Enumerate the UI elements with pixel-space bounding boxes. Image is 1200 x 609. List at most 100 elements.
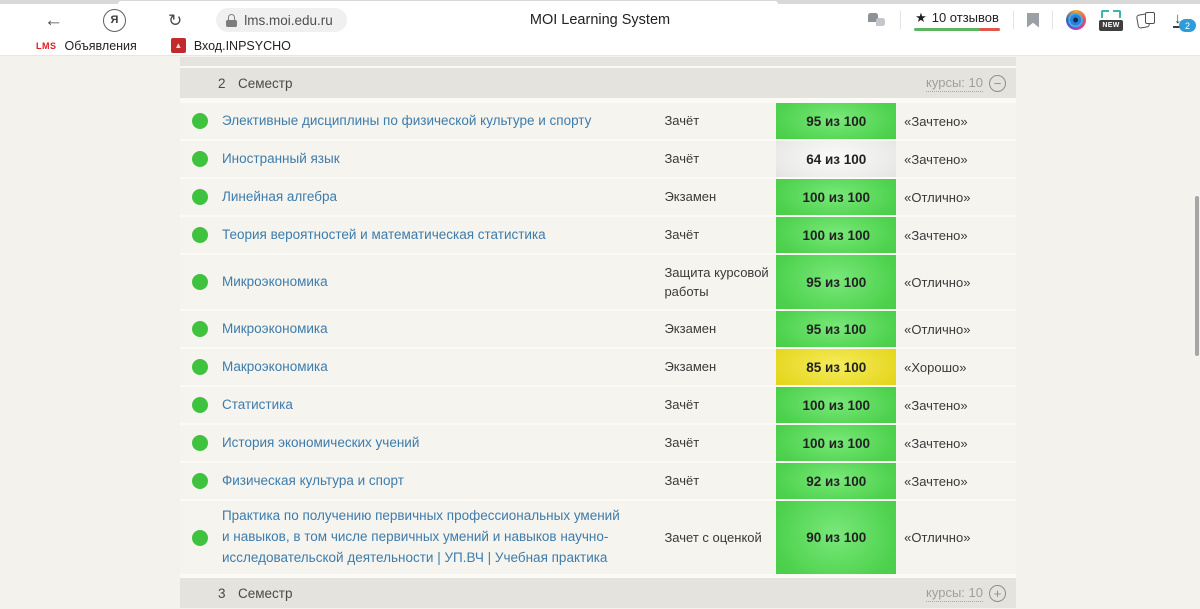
rating-bar — [914, 28, 1000, 31]
back-icon[interactable]: ← — [44, 11, 63, 30]
status-dot-icon — [192, 530, 208, 546]
browser-toolbar: ← Я ↻ lms.moi.edu.ru MOI Learning System… — [0, 4, 1200, 36]
bookmark-item-announcements[interactable]: LMS Объявления — [36, 39, 137, 53]
course-link[interactable]: Микроэкономика — [222, 272, 328, 293]
status-dot-icon — [192, 113, 208, 129]
bookmark-label[interactable]: Объявления — [65, 39, 137, 53]
grade-text: «Зачтено» — [904, 425, 1016, 461]
course-row: Иностранный язык Зачёт 64 из 100 «Зачтен… — [180, 141, 1016, 177]
page-title: MOI Learning System — [530, 4, 670, 36]
course-row: Практика по получению первичных професси… — [180, 501, 1016, 574]
status-cell — [192, 501, 222, 574]
assessment-type: Зачёт — [664, 425, 774, 461]
assessment-type: Зачёт — [664, 387, 774, 423]
status-dot-icon — [192, 189, 208, 205]
reviews-widget[interactable]: ★ 10 отзывов — [914, 10, 1000, 31]
status-cell — [192, 311, 222, 347]
new-badge: NEW — [1099, 20, 1123, 31]
grade-text: «Зачтено» — [904, 217, 1016, 253]
screenshot-new-icon[interactable]: NEW — [1099, 10, 1123, 31]
collections-icon[interactable] — [1136, 11, 1157, 29]
download-count-badge: 2 — [1179, 19, 1196, 32]
score-badge: 100 из 100 — [776, 387, 896, 423]
course-row: Теория вероятностей и математическая ста… — [180, 217, 1016, 253]
score-badge: 90 из 100 — [776, 501, 896, 574]
status-dot-icon — [192, 473, 208, 489]
grade-text: «Зачтено» — [904, 387, 1016, 423]
semester-title: Семестр — [238, 76, 293, 91]
course-link[interactable]: История экономических учений — [222, 433, 419, 454]
semester-3-header: 3 Семестр курсы: 10 + — [180, 578, 1016, 608]
reviews-label[interactable]: 10 отзывов — [932, 10, 999, 25]
course-rows: Элективные дисциплины по физической куль… — [180, 103, 1016, 574]
grade-text: «Отлично» — [904, 311, 1016, 347]
course-link[interactable]: Макроэкономика — [222, 357, 328, 378]
address-bar[interactable]: lms.moi.edu.ru — [216, 8, 347, 32]
status-cell — [192, 425, 222, 461]
refresh-icon[interactable]: ↻ — [168, 12, 182, 29]
course-link[interactable]: Микроэкономика — [222, 319, 328, 340]
course-row: Физическая культура и спорт Зачёт 92 из … — [180, 463, 1016, 499]
grade-text: «Зачтено» — [904, 463, 1016, 499]
status-cell — [192, 463, 222, 499]
star-icon: ★ — [915, 10, 927, 26]
protect-pins-icon[interactable] — [868, 13, 887, 28]
course-row: История экономических учений Зачёт 100 и… — [180, 425, 1016, 461]
course-link[interactable]: Линейная алгебра — [222, 187, 337, 208]
assessment-type: Зачет с оценкой — [664, 501, 774, 574]
status-dot-icon — [192, 435, 208, 451]
assessment-type: Зачёт — [664, 463, 774, 499]
previous-section-header-partial — [180, 57, 1016, 66]
url-text[interactable]: lms.moi.edu.ru — [244, 13, 333, 28]
assessment-type: Защита курсовой работы — [664, 255, 774, 309]
yandex-logo-icon[interactable]: Я — [103, 9, 126, 32]
status-cell — [192, 349, 222, 385]
semester-number: 3 — [218, 586, 238, 601]
courses-count-link[interactable]: курсы: 10 — [926, 585, 983, 602]
screenshot-brackets-icon — [1101, 10, 1121, 18]
grade-text: «Отлично» — [904, 179, 1016, 215]
score-badge: 95 из 100 — [776, 103, 896, 139]
bookmark-item-inpsycho[interactable]: ▲ Вход.INPSYCHO — [171, 38, 291, 53]
course-link[interactable]: Иностранный язык — [222, 149, 340, 170]
collapse-icon[interactable]: − — [989, 75, 1006, 92]
grade-text: «Отлично» — [904, 501, 1016, 574]
download-icon[interactable]: ↓ 2 — [1170, 9, 1192, 31]
course-link[interactable]: Физическая культура и спорт — [222, 471, 404, 492]
status-dot-icon — [192, 151, 208, 167]
assessment-type: Экзамен — [664, 349, 774, 385]
status-dot-icon — [192, 359, 208, 375]
grade-text: «Зачтено» — [904, 103, 1016, 139]
scrollbar-thumb[interactable] — [1195, 196, 1199, 356]
toolbar-right-icons: ★ 10 отзывов NEW ↓ 2 — [868, 4, 1192, 36]
expand-icon[interactable]: + — [989, 585, 1006, 602]
status-cell — [192, 255, 222, 309]
course-link[interactable]: Теория вероятностей и математическая ста… — [222, 225, 546, 246]
status-cell — [192, 103, 222, 139]
course-link[interactable]: Статистика — [222, 395, 293, 416]
grade-text: «Отлично» — [904, 255, 1016, 309]
score-badge: 100 из 100 — [776, 425, 896, 461]
status-dot-icon — [192, 227, 208, 243]
bookmark-flag-icon[interactable] — [1027, 13, 1039, 28]
extension-color-icon[interactable] — [1066, 10, 1086, 30]
score-badge: 85 из 100 — [776, 349, 896, 385]
semester-title: Семестр — [238, 586, 293, 601]
bookmark-label[interactable]: Вход.INPSYCHO — [194, 39, 291, 53]
course-link[interactable]: Практика по получению первичных професси… — [222, 506, 621, 569]
assessment-type: Экзамен — [664, 311, 774, 347]
status-dot-icon — [192, 274, 208, 290]
status-cell — [192, 387, 222, 423]
pyramid-favicon: ▲ — [171, 38, 186, 53]
course-row: Статистика Зачёт 100 из 100 «Зачтено» — [180, 387, 1016, 423]
course-row: Линейная алгебра Экзамен 100 из 100 «Отл… — [180, 179, 1016, 215]
status-cell — [192, 179, 222, 215]
course-link[interactable]: Элективные дисциплины по физической куль… — [222, 111, 591, 132]
page-content: 2 Семестр курсы: 10 − Элективные дисципл… — [0, 57, 1200, 609]
semester-2-header: 2 Семестр курсы: 10 − — [180, 68, 1016, 98]
course-row: Макроэкономика Экзамен 85 из 100 «Хорошо… — [180, 349, 1016, 385]
grades-table: 2 Семестр курсы: 10 − Элективные дисципл… — [180, 57, 1016, 608]
status-dot-icon — [192, 397, 208, 413]
divider — [1013, 11, 1014, 29]
courses-count-link[interactable]: курсы: 10 — [926, 75, 983, 92]
